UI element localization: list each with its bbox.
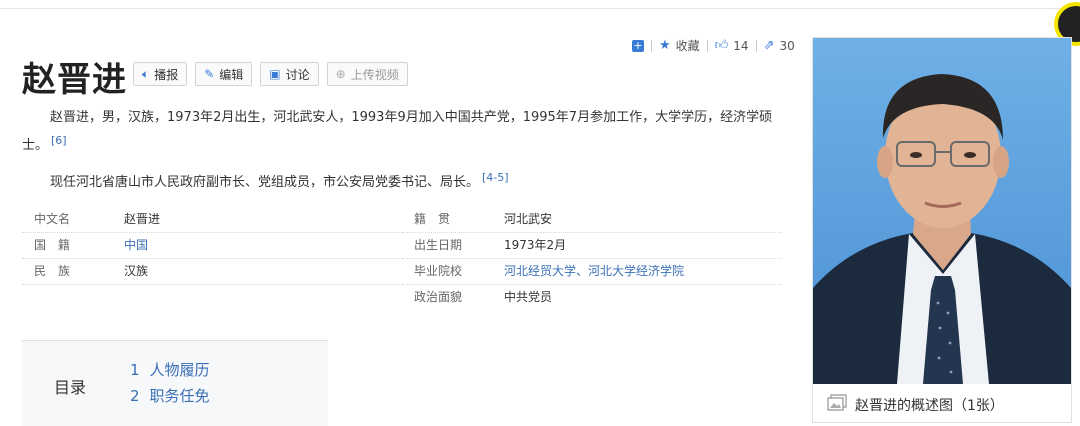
infobox-key: 出生日期 <box>414 238 463 252</box>
toc-item-number: 1 <box>130 361 140 379</box>
infobox-value: 汉族 <box>124 264 149 278</box>
speaker-icon: 🔈︎ <box>142 67 150 81</box>
collect-label[interactable]: 收藏 <box>676 37 700 54</box>
portrait-illustration <box>813 38 1071 384</box>
add-icon[interactable]: + <box>632 39 644 52</box>
like-count: 14 <box>733 38 749 53</box>
reference-link[interactable]: [6] <box>51 134 67 147</box>
infobox-value: 河北武安 <box>504 212 553 226</box>
infobox-value: 1973年2月 <box>504 238 567 252</box>
summary-paragraph-1: 赵晋进，男，汉族，1973年2月出生，河北武安人，1993年9月加入中国共产党，… <box>22 106 784 157</box>
star-icon[interactable]: ★ <box>659 38 671 53</box>
separator <box>755 39 757 52</box>
infobox-row: 国 籍 中国 <box>22 233 402 259</box>
discuss-button[interactable]: ▣ 讨论 <box>260 62 319 86</box>
school-link[interactable]: 河北经贸大学、河北大学经济学院 <box>504 259 684 284</box>
upload-video-button[interactable]: ⊕ 上传视频 <box>326 62 408 86</box>
edit-label: 编辑 <box>219 67 244 82</box>
infobox-key: 政治面貌 <box>414 290 463 304</box>
toc-label: 目录 <box>54 378 87 397</box>
toc-item-label: 职务任免 <box>149 387 210 405</box>
infobox-row: 中文名 赵晋进 <box>22 207 402 233</box>
thumbs-up-icon[interactable]: 👍︎ <box>715 38 729 53</box>
separator <box>706 39 708 52</box>
summary-photo-card[interactable]: 赵晋进的概述图（1张） <box>812 37 1072 423</box>
action-bar: 🔈︎ 播报 ✎ 编辑 ▣ 讨论 ⊕ 上传视频 <box>133 62 408 86</box>
infobox-row: 出生日期 1973年2月 <box>402 233 782 259</box>
edit-button[interactable]: ✎ 编辑 <box>195 62 253 86</box>
broadcast-label: 播报 <box>154 67 179 82</box>
upload-video-label: 上传视频 <box>350 67 399 82</box>
infobox-value: 中共党员 <box>504 290 553 304</box>
toc-item[interactable]: 1 人物履历 <box>130 357 210 383</box>
toc-list: 1 人物履历 2 职务任免 <box>130 357 210 409</box>
infobox-right-column: 籍 贯 河北武安 出生日期 1973年2月 毕业院校 河北经贸大学、河北大学经济… <box>402 207 782 310</box>
separator <box>651 39 652 52</box>
infobox-key: 国 籍 <box>34 238 71 252</box>
infobox-key: 籍 贯 <box>414 212 451 226</box>
portrait-photo[interactable] <box>813 38 1071 384</box>
photo-caption[interactable]: 赵晋进的概述图（1张） <box>827 394 1004 416</box>
share-icon[interactable]: ⇗ <box>764 38 775 53</box>
top-divider <box>0 8 1060 9</box>
share-count: 30 <box>779 38 795 53</box>
chat-icon: ▣ <box>269 67 281 81</box>
infobox-left-column: 中文名 赵晋进 国 籍 中国 民 族 汉族 <box>22 207 402 285</box>
summary-text-2: 现任河北省唐山市人民政府副市长、党组成员，市公安局党委书记、局长。 <box>50 175 480 191</box>
infobox-key: 民 族 <box>34 264 71 278</box>
pencil-icon: ✎ <box>204 67 215 81</box>
toc-item-label: 人物履历 <box>149 361 210 379</box>
photo-caption-text: 赵晋进的概述图（1张） <box>855 398 1004 414</box>
broadcast-button[interactable]: 🔈︎ 播报 <box>133 62 188 86</box>
toc-item[interactable]: 2 职务任免 <box>130 383 210 409</box>
image-gallery-icon <box>827 394 847 416</box>
nationality-link[interactable]: 中国 <box>124 233 148 258</box>
reference-link[interactable]: [4-5] <box>482 171 509 184</box>
plus-circle-icon: ⊕ <box>335 67 346 81</box>
infobox-row: 民 族 汉族 <box>22 259 402 285</box>
summary-text-1: 赵晋进，男，汉族，1973年2月出生，河北武安人，1993年9月加入中国共产党，… <box>22 110 773 154</box>
infobox-value: 赵晋进 <box>124 212 161 226</box>
summary-paragraph-2: 现任河北省唐山市人民政府副市长、党组成员，市公安局党委书记、局长。 [4-5] <box>22 166 784 194</box>
page-title: 赵晋进 <box>22 60 127 100</box>
infobox-key: 毕业院校 <box>414 264 463 278</box>
infobox-row: 籍 贯 河北武安 <box>402 207 782 233</box>
infobox-row: 毕业院校 河北经贸大学、河北大学经济学院 <box>402 259 782 285</box>
toc-item-number: 2 <box>130 387 140 405</box>
social-bar: + ★ 收藏 👍︎ 14 ⇗ 30 <box>632 37 795 54</box>
discuss-label: 讨论 <box>285 67 310 82</box>
table-of-contents: 目录 1 人物履历 2 职务任免 <box>22 340 328 426</box>
infobox-key: 中文名 <box>34 212 71 226</box>
infobox-row: 政治面貌 中共党员 <box>402 285 782 310</box>
